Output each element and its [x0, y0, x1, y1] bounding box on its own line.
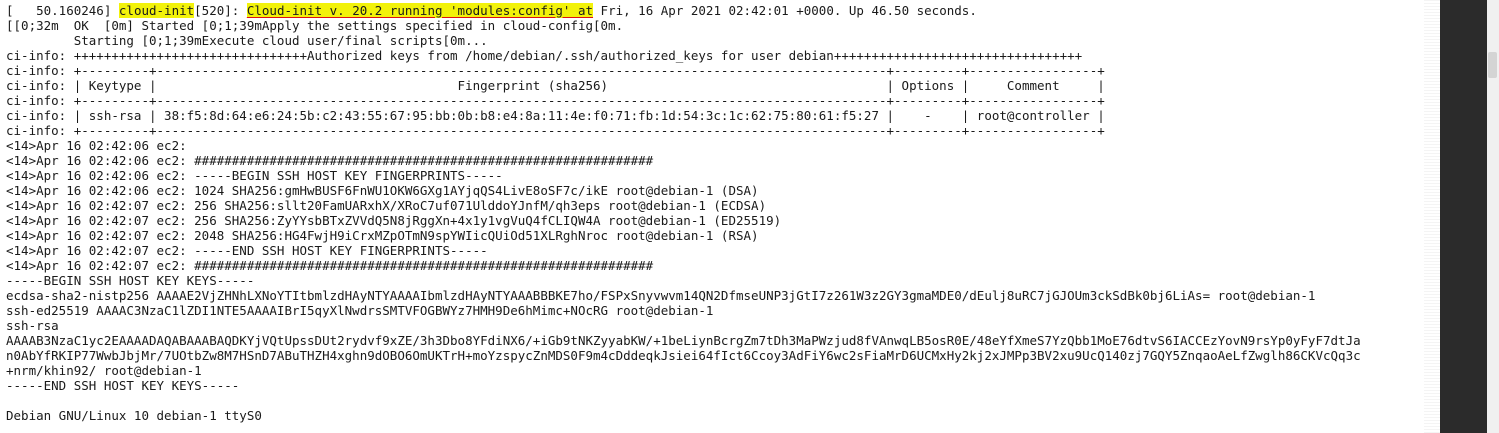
console-line: AAAAB3NzaC1yc2EAAAADAQABAAABAQDKYjVQtUps… — [6, 333, 1361, 348]
console-line: <14>Apr 16 02:42:07 ec2: -----END SSH HO… — [6, 243, 488, 258]
console-line: [[0;32m OK [0m] Started [0;1;39mApply th… — [6, 18, 624, 33]
console-line: <14>Apr 16 02:42:06 ec2: — [6, 138, 187, 153]
cloud-init-version: Cloud-init v. 20.2 running 'modules:conf… — [246, 3, 594, 18]
console-line: ci-info: +---------+--------------------… — [6, 123, 1105, 138]
console-line: <14>Apr 16 02:42:06 ec2: -----BEGIN SSH … — [6, 168, 503, 183]
console-line: -----END SSH HOST KEY KEYS----- — [6, 378, 240, 393]
console-line: -----BEGIN SSH HOST KEY KEYS----- — [6, 273, 255, 288]
console-line: +nrm/khin92/ root@debian-1 — [6, 363, 202, 378]
terminal-scrollbar[interactable] — [1424, 0, 1440, 433]
console-line: ecdsa-sha2-nistp256 AAAAE2VjZHNhLXNoYTIt… — [6, 288, 1316, 303]
side-panel — [1440, 0, 1487, 433]
console-line: <14>Apr 16 02:42:06 ec2: ###############… — [6, 153, 654, 168]
console-line: <14>Apr 16 02:42:06 ec2: 1024 SHA256:gmH… — [6, 183, 759, 198]
console-line: ci-info: | Keytype | Fingerprint (sha256… — [6, 78, 1105, 93]
console-line: <14>Apr 16 02:42:07 ec2: 2048 SHA256:HG4… — [6, 228, 759, 243]
terminal-console[interactable]: [ 50.160246] cloud-init[520]: Cloud-init… — [0, 0, 1440, 433]
console-line: ci-info: | ssh-rsa | 38:f5:8d:64:e6:24:5… — [6, 108, 1105, 123]
console-line: Starting [0;1;39mExecute cloud user/fina… — [6, 33, 488, 48]
scrollbar-thumb[interactable] — [1488, 52, 1497, 78]
log-timestamp: [ 50.160246] — [6, 3, 119, 18]
console-output: [ 50.160246] cloud-init[520]: Cloud-init… — [6, 3, 1440, 423]
console-line: ci-info: +---------+--------------------… — [6, 63, 1105, 78]
console-line: ssh-rsa — [6, 318, 59, 333]
console-line: <14>Apr 16 02:42:07 ec2: 256 SHA256:sllt… — [6, 198, 767, 213]
log-pid: [520]: — [194, 3, 247, 18]
side-scrollbar[interactable] — [1487, 0, 1499, 433]
console-line: ci-info: +---------+--------------------… — [6, 93, 1105, 108]
console-line-cloud-init-status: [ 50.160246] cloud-init[520]: Cloud-init… — [6, 3, 1440, 18]
console-line: ssh-ed25519 AAAAC3NzaC1lZDI1NTE5AAAAIBrI… — [6, 303, 714, 318]
console-line: Debian GNU/Linux 10 debian-1 ttyS0 — [6, 408, 262, 423]
console-line: <14>Apr 16 02:42:07 ec2: 256 SHA256:ZyYY… — [6, 213, 782, 228]
log-message: Fri, 16 Apr 2021 02:42:01 +0000. Up 46.5… — [593, 3, 977, 18]
console-line: n0AbYfRKIP77WwbJbjMr/7UOtbZw8M7HSnD7ABuT… — [6, 348, 1361, 363]
cloud-init-tag: cloud-init — [118, 3, 195, 18]
console-line: ci-info: +++++++++++++++++++++++++++++++… — [6, 48, 1083, 63]
console-line: <14>Apr 16 02:42:07 ec2: ###############… — [6, 258, 654, 273]
